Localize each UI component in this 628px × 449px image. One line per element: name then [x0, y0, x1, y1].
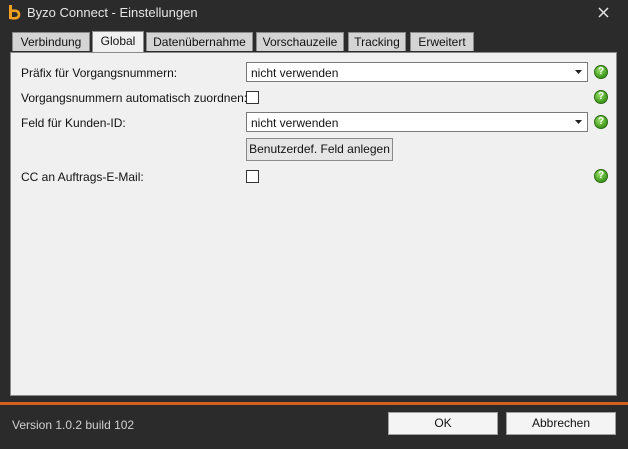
chevron-down-icon: [575, 120, 582, 124]
create-custom-field-button[interactable]: Benutzerdef. Feld anlegen: [246, 138, 393, 161]
footer-accent-line: [0, 402, 628, 405]
tab-datenuebernahme[interactable]: Datenübernahme: [146, 32, 253, 51]
customer-field-label: Feld für Kunden-ID:: [21, 116, 126, 130]
tab-erweitert[interactable]: Erweitert: [410, 32, 474, 51]
prefix-dropdown-value: nicht verwenden: [251, 66, 339, 80]
close-icon: [598, 7, 609, 18]
settings-dialog: Byzo Connect - Einstellungen Verbindung …: [0, 0, 628, 449]
prefix-help-icon[interactable]: ?: [594, 65, 608, 79]
prefix-dropdown[interactable]: nicht verwenden: [246, 62, 588, 82]
auto-assign-help-icon[interactable]: ?: [594, 90, 608, 104]
close-button[interactable]: [592, 3, 616, 23]
tab-tracking[interactable]: Tracking: [348, 32, 406, 51]
tab-verbindung[interactable]: Verbindung: [12, 32, 90, 51]
tab-global[interactable]: Global: [92, 31, 144, 52]
tab-vorschauzeile[interactable]: Vorschauzeile: [256, 32, 344, 51]
auto-assign-label: Vorgangsnummern automatisch zuordnen:: [21, 91, 248, 105]
ok-button[interactable]: OK: [388, 412, 498, 435]
version-text: Version 1.0.2 build 102: [12, 418, 135, 432]
cc-email-label: CC an Auftrags-E-Mail:: [21, 170, 144, 184]
cc-email-help-icon[interactable]: ?: [594, 169, 608, 183]
window-title: Byzo Connect - Einstellungen: [27, 5, 198, 20]
cancel-button[interactable]: Abbrechen: [506, 412, 616, 435]
byzo-logo-icon: [9, 5, 21, 20]
customer-field-dropdown-value: nicht verwenden: [251, 116, 339, 130]
prefix-label: Präfix für Vorgangsnummern:: [21, 66, 178, 80]
customer-field-dropdown[interactable]: nicht verwenden: [246, 112, 588, 132]
cc-email-checkbox[interactable]: [246, 170, 259, 183]
customer-field-help-icon[interactable]: ?: [594, 115, 608, 129]
chevron-down-icon: [575, 70, 582, 74]
title-bar: Byzo Connect - Einstellungen: [0, 0, 628, 26]
global-settings-panel: Präfix für Vorgangsnummern: nicht verwen…: [10, 52, 617, 396]
auto-assign-checkbox[interactable]: [246, 91, 259, 104]
